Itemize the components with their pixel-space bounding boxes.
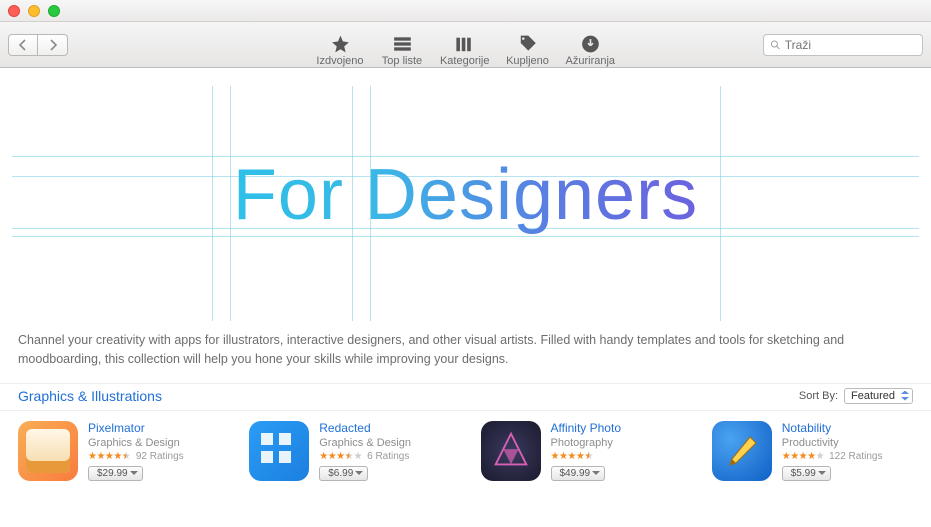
app-rating: ★★★★★★ 92 Ratings xyxy=(88,451,184,462)
tab-label: Top liste xyxy=(382,55,422,67)
tab-label: Ažuriranja xyxy=(566,55,616,67)
nav-back-forward xyxy=(8,34,68,56)
tab-featured[interactable]: Izdvojeno xyxy=(316,33,364,67)
minimize-icon[interactable] xyxy=(28,5,40,17)
download-icon xyxy=(580,33,600,55)
maximize-icon[interactable] xyxy=(48,5,60,17)
app-name[interactable]: Redacted xyxy=(319,421,411,435)
close-icon[interactable] xyxy=(8,5,20,17)
tab-label: Izdvojeno xyxy=(316,55,363,67)
categories-icon xyxy=(454,33,476,55)
stars-icon: ★★★★★★ xyxy=(319,451,362,462)
tab-updates[interactable]: Ažuriranja xyxy=(566,33,616,67)
section-header: Graphics & Illustrations Sort By: Featur… xyxy=(0,383,931,411)
sort-control: Sort By: Featured xyxy=(799,388,913,404)
section-title[interactable]: Graphics & Illustrations xyxy=(18,388,162,404)
price-button[interactable]: $29.99 xyxy=(88,466,143,481)
sort-label: Sort By: xyxy=(799,390,838,402)
star-icon xyxy=(330,33,350,55)
app-category: Photography xyxy=(551,437,622,449)
app-rating: ★★★★★ 122 Ratings xyxy=(782,451,883,462)
stars-icon: ★★★★★★ xyxy=(551,451,594,462)
app-name[interactable]: Pixelmator xyxy=(88,421,184,435)
tab-purchased[interactable]: Kupljeno xyxy=(504,33,552,67)
app-icon xyxy=(712,421,772,481)
app-icon xyxy=(481,421,541,481)
app-rating: ★★★★★★ xyxy=(551,451,622,462)
window-controls xyxy=(8,5,60,17)
chevron-right-icon xyxy=(48,39,58,51)
hero-banner: For Designers xyxy=(12,86,919,321)
back-button[interactable] xyxy=(8,34,38,56)
search-field[interactable] xyxy=(763,34,923,56)
app-card-pixelmator[interactable]: Pixelmator Graphics & Design ★★★★★★ 92 R… xyxy=(18,421,219,481)
ratings-count: 92 Ratings xyxy=(136,451,184,462)
app-rating: ★★★★★★ 6 Ratings xyxy=(319,451,411,462)
price-button[interactable]: $5.99 xyxy=(782,466,831,481)
chevron-left-icon xyxy=(18,39,28,51)
list-icon xyxy=(392,33,412,55)
content-area: For Designers Channel your creativity wi… xyxy=(0,68,931,527)
app-name[interactable]: Notability xyxy=(782,421,883,435)
app-grid: Pixelmator Graphics & Design ★★★★★★ 92 R… xyxy=(0,411,931,491)
stars-icon: ★★★★★★ xyxy=(88,451,131,462)
toolbar: Izdvojeno Top liste Kategorije Kupljeno … xyxy=(0,22,931,68)
app-card-notability[interactable]: Notability Productivity ★★★★★ 122 Rating… xyxy=(712,421,913,481)
app-card-redacted[interactable]: Redacted Graphics & Design ★★★★★★ 6 Rati… xyxy=(249,421,450,481)
price-button[interactable]: $49.99 xyxy=(551,466,606,481)
ratings-count: 122 Ratings xyxy=(829,451,882,462)
sort-select[interactable]: Featured xyxy=(844,388,913,404)
tab-categories[interactable]: Kategorije xyxy=(440,33,490,67)
window-titlebar xyxy=(0,0,931,22)
search-icon xyxy=(770,39,781,51)
search-input[interactable] xyxy=(785,38,916,52)
app-category: Productivity xyxy=(782,437,883,449)
forward-button[interactable] xyxy=(38,34,68,56)
toolbar-tabs: Izdvojeno Top liste Kategorije Kupljeno … xyxy=(316,22,615,67)
hero-blurb: Channel your creativity with apps for il… xyxy=(0,321,931,383)
stars-icon: ★★★★★ xyxy=(782,451,824,462)
app-category: Graphics & Design xyxy=(88,437,184,449)
app-category: Graphics & Design xyxy=(319,437,411,449)
tab-label: Kategorije xyxy=(440,55,490,67)
tab-label: Kupljeno xyxy=(506,55,549,67)
app-name[interactable]: Affinity Photo xyxy=(551,421,622,435)
app-icon xyxy=(18,421,78,481)
price-button[interactable]: $6.99 xyxy=(319,466,368,481)
app-card-affinity-photo[interactable]: Affinity Photo Photography ★★★★★★ $49.99 xyxy=(481,421,682,481)
hero-title: For Designers xyxy=(233,154,698,236)
tag-icon xyxy=(518,33,538,55)
app-icon xyxy=(249,421,309,481)
tab-top-charts[interactable]: Top liste xyxy=(378,33,426,67)
ratings-count: 6 Ratings xyxy=(367,451,409,462)
